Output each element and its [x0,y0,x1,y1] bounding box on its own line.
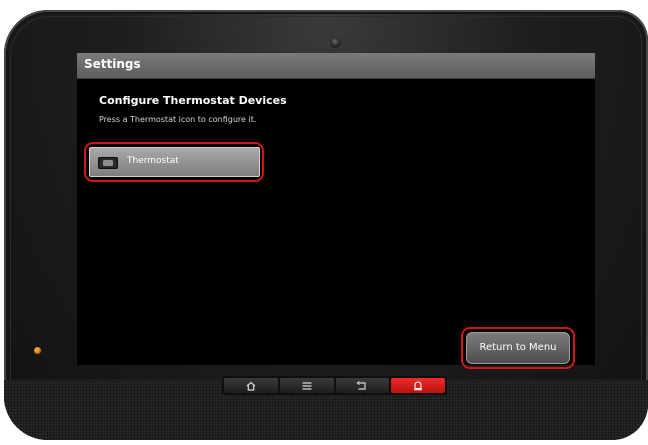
page-title: Settings [84,57,141,71]
hardware-button-bar [222,376,447,395]
thermostat-device-button[interactable]: Thermostat [89,147,260,177]
return-to-menu-label: Return to Menu [479,342,557,353]
section-heading: Configure Thermostat Devices [99,94,287,107]
alarm-icon [414,380,423,390]
instructions-text: Press a Thermostat icon to configure it. [99,115,257,124]
camera-lens-icon [330,37,341,48]
home-button[interactable] [224,378,278,393]
thermostat-icon [98,157,118,169]
title-bar: Settings [77,53,595,79]
home-icon [246,381,256,391]
menu-icon [302,381,312,390]
display-screen: Settings Configure Thermostat Devices Pr… [77,53,595,369]
thermostat-device-label: Thermostat [127,156,179,166]
alarm-button[interactable] [391,378,445,393]
status-led-icon [34,347,41,354]
back-icon [356,380,366,390]
back-button[interactable] [335,378,390,393]
return-to-menu-button[interactable]: Return to Menu [466,332,570,364]
menu-button[interactable] [279,378,334,393]
